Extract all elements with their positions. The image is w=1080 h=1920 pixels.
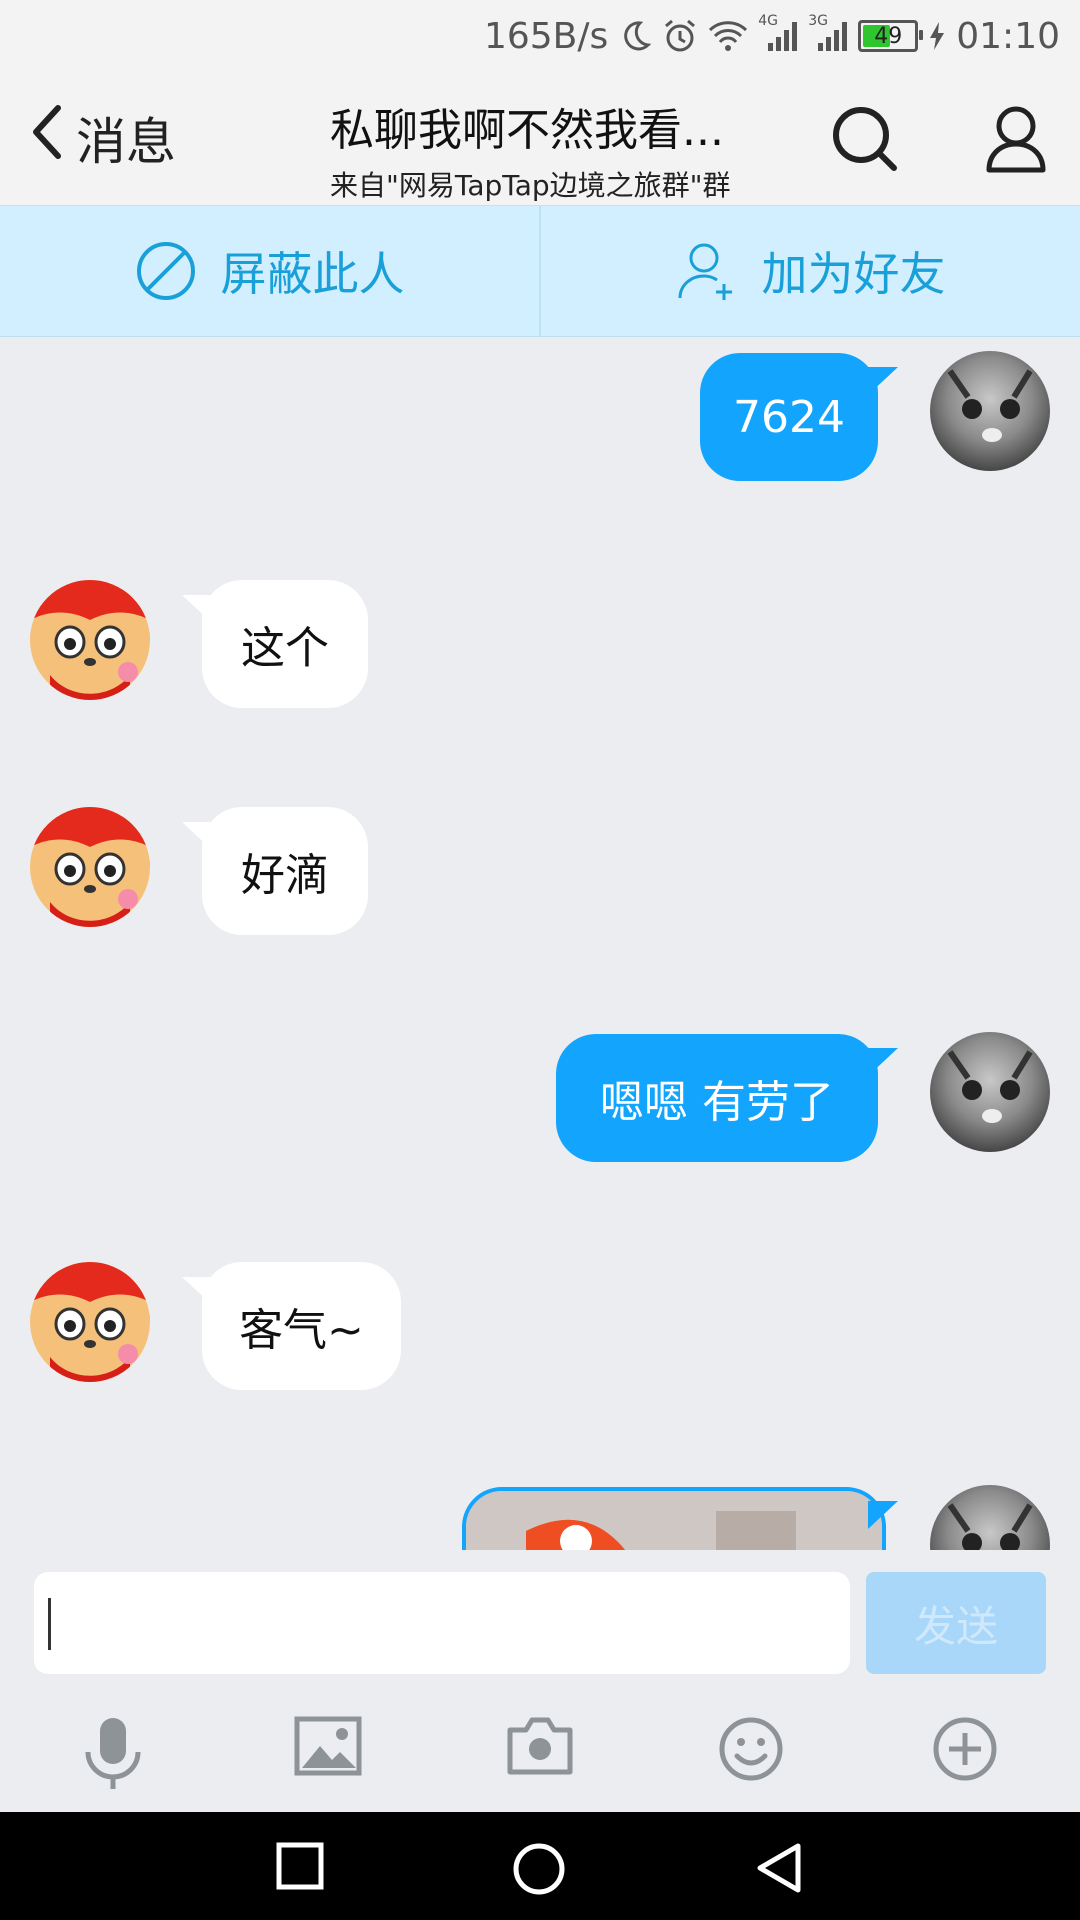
plus-icon [933, 1717, 997, 1781]
message-bubble-out[interactable]: 嗯嗯 有劳了 [556, 1034, 878, 1162]
image-icon [294, 1716, 362, 1776]
message-bubble-in[interactable]: 好滴 [202, 807, 368, 935]
battery-level: 49 [874, 23, 903, 49]
profile-button[interactable] [985, 104, 1047, 178]
gallery-button[interactable] [294, 1716, 362, 1780]
block-icon [136, 242, 195, 300]
user-icon [986, 106, 1046, 173]
recent-apps-button[interactable] [276, 1842, 324, 1894]
add-friend-icon [678, 243, 732, 300]
network-type-1: 4G [758, 13, 779, 29]
block-user-label: 屏蔽此人 [220, 247, 405, 301]
page-title: 私聊我啊不然我看... [330, 105, 724, 156]
emoji-button[interactable] [718, 1716, 784, 1786]
avatar[interactable] [930, 1485, 1050, 1550]
camera-icon [507, 1717, 573, 1775]
clock: 01:10 [956, 15, 1060, 57]
moon-icon [618, 19, 652, 53]
page-subtitle: 来自"网易TapTap边境之旅群"群 [330, 169, 731, 202]
chevron-left-icon [30, 104, 64, 172]
home-button[interactable] [512, 1842, 566, 1900]
battery-icon: 49 [858, 20, 924, 52]
message-list[interactable]: 7624 这个 好滴 嗯嗯 有劳了 客气~ [0, 337, 1080, 1550]
add-friend-label: 加为好友 [761, 247, 946, 301]
block-user-button[interactable]: 屏蔽此人 [0, 206, 539, 336]
avatar[interactable] [930, 351, 1050, 471]
signal-3g-icon: 3G [808, 13, 848, 53]
status-bar: 165B/s 4G 3G 49 01:10 [0, 0, 1080, 72]
image-message-bubble[interactable] [462, 1487, 886, 1550]
search-button[interactable] [830, 104, 900, 178]
emoji-icon [719, 1717, 783, 1781]
more-button[interactable] [932, 1716, 998, 1786]
message-text: 好滴 [241, 850, 329, 901]
alarm-icon [662, 18, 698, 54]
avatar[interactable] [30, 1262, 150, 1382]
avatar[interactable] [30, 807, 150, 927]
input-toolbar [0, 1680, 1080, 1812]
system-back-button[interactable] [754, 1842, 802, 1898]
stranger-action-strip: 屏蔽此人 加为好友 [0, 206, 1080, 337]
recent-apps-icon [276, 1842, 324, 1890]
network-speed: 165B/s [483, 15, 609, 57]
microphone-icon [85, 1718, 141, 1789]
back-icon [757, 1843, 801, 1893]
message-text: 嗯嗯 有劳了 [600, 1077, 834, 1128]
back-button[interactable]: 消息 [30, 102, 176, 174]
send-button[interactable]: 发送 [866, 1572, 1046, 1674]
message-text: 客气~ [239, 1305, 364, 1356]
signal-4g-icon: 4G [758, 13, 798, 53]
chat-title-block[interactable]: 私聊我啊不然我看... 来自"网易TapTap边境之旅群"群 [330, 94, 750, 204]
image-thumbnail [466, 1491, 882, 1550]
wifi-icon [708, 20, 748, 52]
avatar[interactable] [930, 1032, 1050, 1152]
system-nav-bar [0, 1812, 1080, 1920]
message-bubble-out[interactable]: 7624 [700, 353, 878, 481]
avatar[interactable] [30, 580, 150, 700]
message-bubble-in[interactable]: 这个 [202, 580, 368, 708]
charging-icon [928, 21, 946, 51]
back-label: 消息 [76, 113, 176, 171]
message-text: 7624 [733, 391, 845, 443]
message-input[interactable] [34, 1572, 850, 1674]
voice-button[interactable] [82, 1716, 144, 1796]
camera-button[interactable] [506, 1716, 574, 1780]
home-icon [513, 1843, 565, 1895]
bubble-tail [868, 367, 898, 395]
input-bar: 发送 [0, 1550, 1080, 1680]
message-bubble-in[interactable]: 客气~ [202, 1262, 401, 1390]
message-text: 这个 [241, 623, 329, 674]
title-bar: 消息 私聊我啊不然我看... 来自"网易TapTap边境之旅群"群 [0, 72, 1080, 206]
add-friend-button[interactable]: 加为好友 [539, 206, 1080, 336]
search-icon [833, 107, 897, 171]
text-caret [48, 1598, 51, 1650]
network-type-2: 3G [808, 13, 829, 29]
